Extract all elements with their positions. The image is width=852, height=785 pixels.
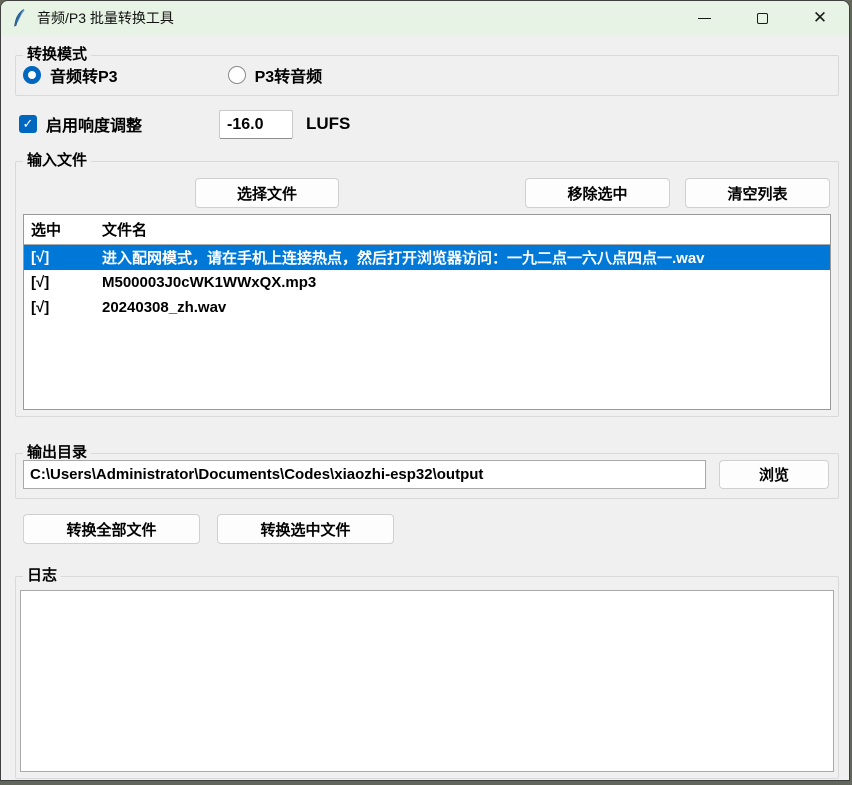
check-icon: ✓ [23, 116, 34, 132]
convert-all-button[interactable]: 转换全部文件 [23, 514, 200, 544]
file-list-header: 选中 文件名 [24, 215, 830, 245]
input-files-group-label: 输入文件 [23, 151, 91, 171]
lufs-unit-label: LUFS [306, 114, 350, 134]
mode-group-label: 转换模式 [23, 45, 91, 65]
maximize-button[interactable] [733, 1, 791, 35]
file-row[interactable]: [√] 20240308_zh.wav [24, 295, 830, 320]
loudness-checkbox-row: ✓ 启用响度调整 [19, 109, 142, 139]
clear-list-button[interactable]: 清空列表 [685, 178, 830, 208]
log-group-label: 日志 [23, 566, 61, 586]
app-feather-icon [12, 9, 28, 27]
radio-audio-to-p3[interactable]: 音频转P3 [23, 63, 118, 87]
log-textarea[interactable] [20, 590, 834, 772]
select-files-button[interactable]: 选择文件 [195, 178, 339, 208]
header-filename: 文件名 [102, 219, 830, 240]
file-list[interactable]: 选中 文件名 [√] 进入配网模式，请在手机上连接热点，然后打开浏览器访问：一九… [23, 214, 831, 410]
app-window: 音频/P3 批量转换工具 ✕ 转换模式 音频转P3 P3转音频 ✓ 启用响度调整… [0, 0, 850, 781]
file-row[interactable]: [√] M500003J0cWK1WWxQX.mp3 [24, 270, 830, 295]
radio-unselected-icon [228, 66, 246, 84]
close-button[interactable]: ✕ [791, 1, 849, 35]
file-row[interactable]: [√] 进入配网模式，请在手机上连接热点，然后打开浏览器访问：一九二点一六八点四… [24, 245, 830, 270]
minimize-button[interactable] [675, 1, 733, 35]
browse-button[interactable]: 浏览 [719, 460, 829, 489]
radio-p3-to-audio[interactable]: P3转音频 [228, 63, 323, 87]
title-bar: 音频/P3 批量转换工具 ✕ [1, 1, 849, 35]
loudness-checkbox-label: 启用响度调整 [46, 112, 142, 136]
header-checked: 选中 [24, 219, 102, 240]
log-group: 日志 [15, 576, 839, 779]
remove-selected-button[interactable]: 移除选中 [525, 178, 670, 208]
lufs-value-input[interactable] [219, 110, 293, 139]
loudness-checkbox[interactable]: ✓ [19, 115, 37, 133]
convert-selected-button[interactable]: 转换选中文件 [217, 514, 394, 544]
radio-selected-icon [23, 66, 41, 84]
window-title: 音频/P3 批量转换工具 [37, 8, 174, 28]
output-path-input[interactable] [23, 460, 706, 489]
